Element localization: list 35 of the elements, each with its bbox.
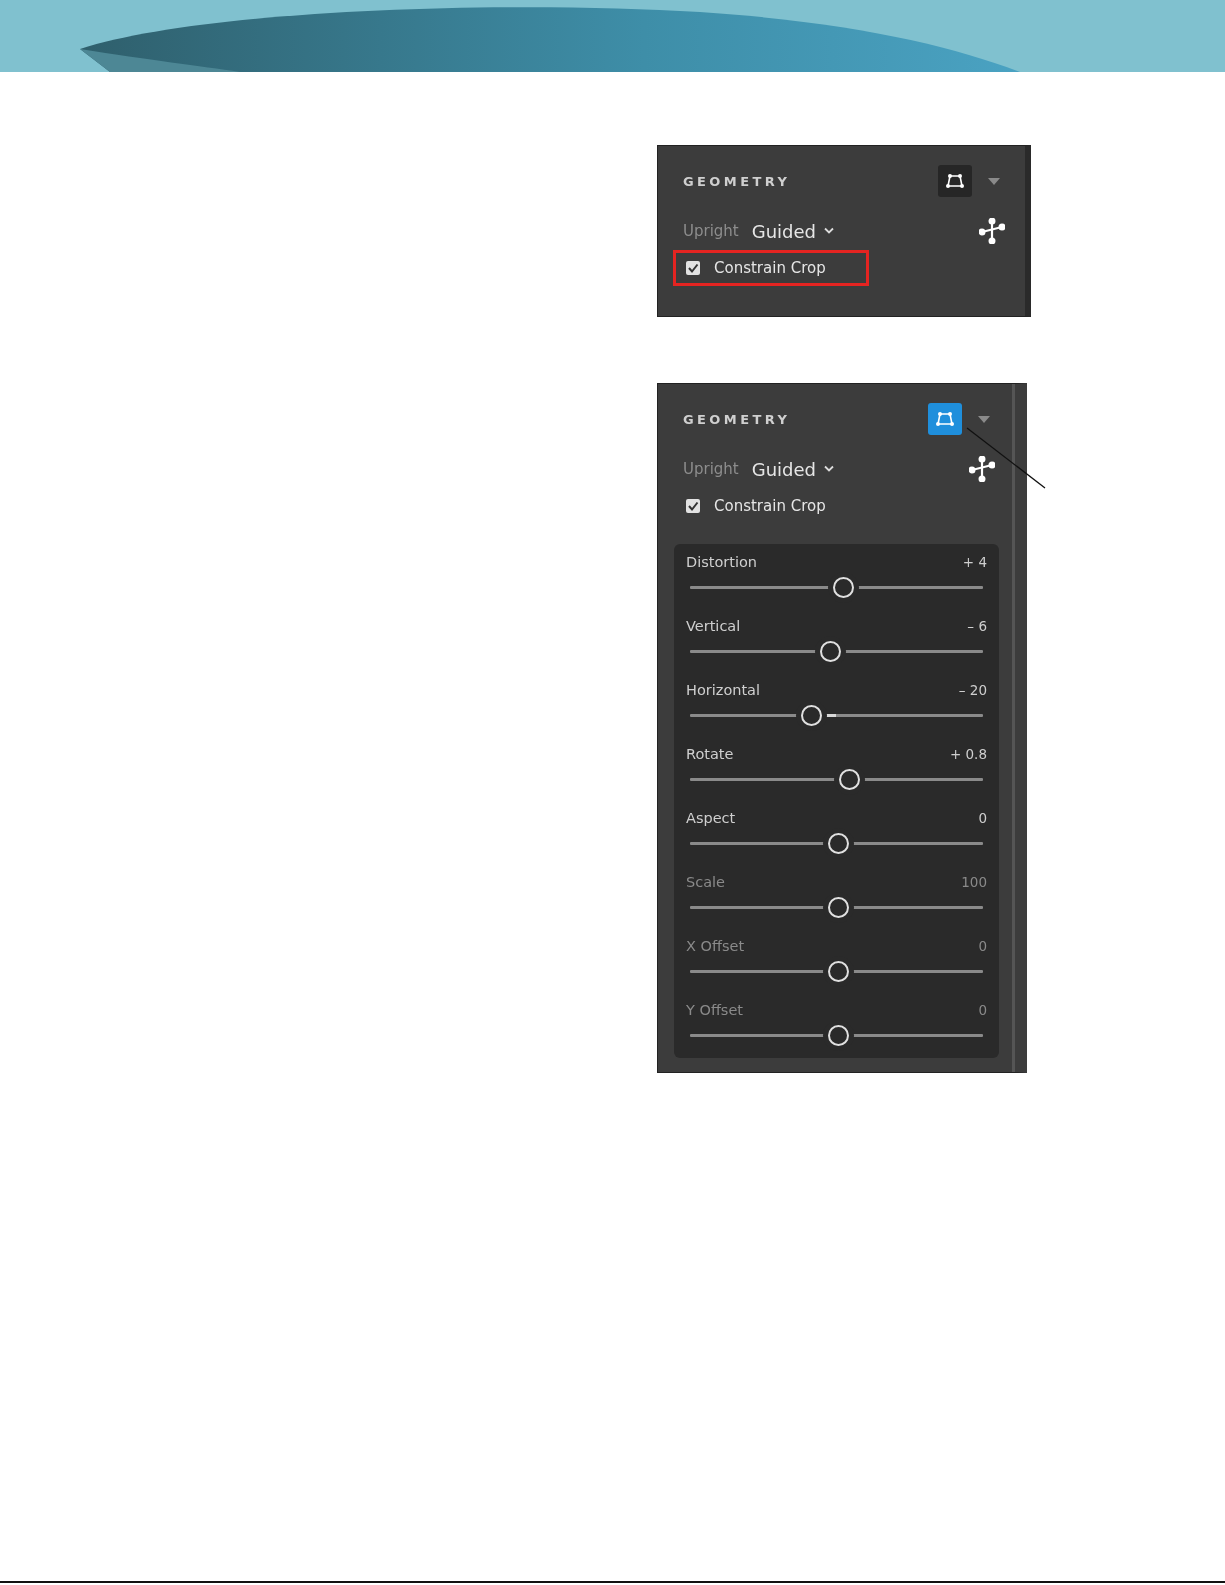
checkbox[interactable] [686, 261, 700, 275]
upright-dropdown[interactable]: Guided [738, 458, 835, 480]
slider-value: 0 [978, 938, 987, 954]
panel-title: GEOMETRY [682, 411, 792, 427]
upright-dropdown[interactable]: Guided [738, 220, 835, 242]
guided-tool-icon[interactable] [969, 456, 995, 482]
slider-value: 0 [978, 1002, 987, 1018]
slider-label: Distortion [686, 554, 758, 570]
slider-label: X Offset [686, 938, 745, 954]
upright-label: Upright [683, 460, 739, 478]
slider-label: Y Offset [686, 1002, 744, 1018]
collapse-triangle-icon [977, 414, 991, 424]
slider-value: + 0.8 [949, 746, 987, 762]
slider-label: Scale [686, 874, 725, 890]
slider-value: + 4 [962, 554, 987, 570]
chevron-down-icon [824, 465, 835, 473]
trapezoid-icon [946, 173, 964, 189]
checkbox-label: Constrain Crop [714, 259, 826, 277]
slider-value: – 20 [958, 682, 987, 698]
slider-label: Rotate [686, 746, 734, 762]
chevron-down-icon [824, 227, 835, 235]
slider-label: Horizontal [686, 682, 761, 698]
upright-label: Upright [683, 222, 739, 240]
slider-label: Vertical [686, 618, 741, 634]
slider-value: 0 [978, 810, 987, 826]
upright-tool-button[interactable] [938, 165, 972, 197]
trapezoid-icon [936, 411, 954, 427]
checkbox-label: Constrain Crop [714, 497, 826, 515]
collapse-triangle-icon [987, 176, 1001, 186]
panel-title: GEOMETRY [682, 173, 792, 189]
guided-tool-icon[interactable] [979, 218, 1005, 244]
checkbox[interactable] [686, 499, 700, 513]
slider-label: Aspect [686, 810, 736, 826]
slider-value: – 6 [967, 618, 987, 634]
slider-value: 100 [961, 874, 987, 890]
